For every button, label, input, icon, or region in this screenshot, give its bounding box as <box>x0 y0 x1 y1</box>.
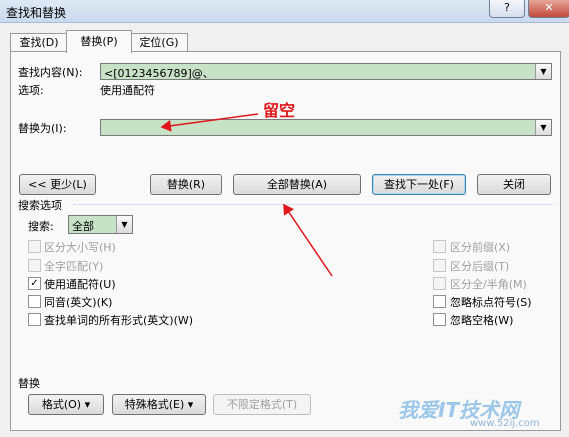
annotation-text: 留空 <box>263 101 296 120</box>
annotation-arrows <box>160 113 333 277</box>
annotation-arrow-to-field <box>160 113 259 132</box>
watermark-url: www.52ij.com <box>470 418 540 429</box>
annotation-arrow-to-replace-all <box>283 203 333 277</box>
tab-replace[interactable]: 替换(P) <box>66 30 132 53</box>
